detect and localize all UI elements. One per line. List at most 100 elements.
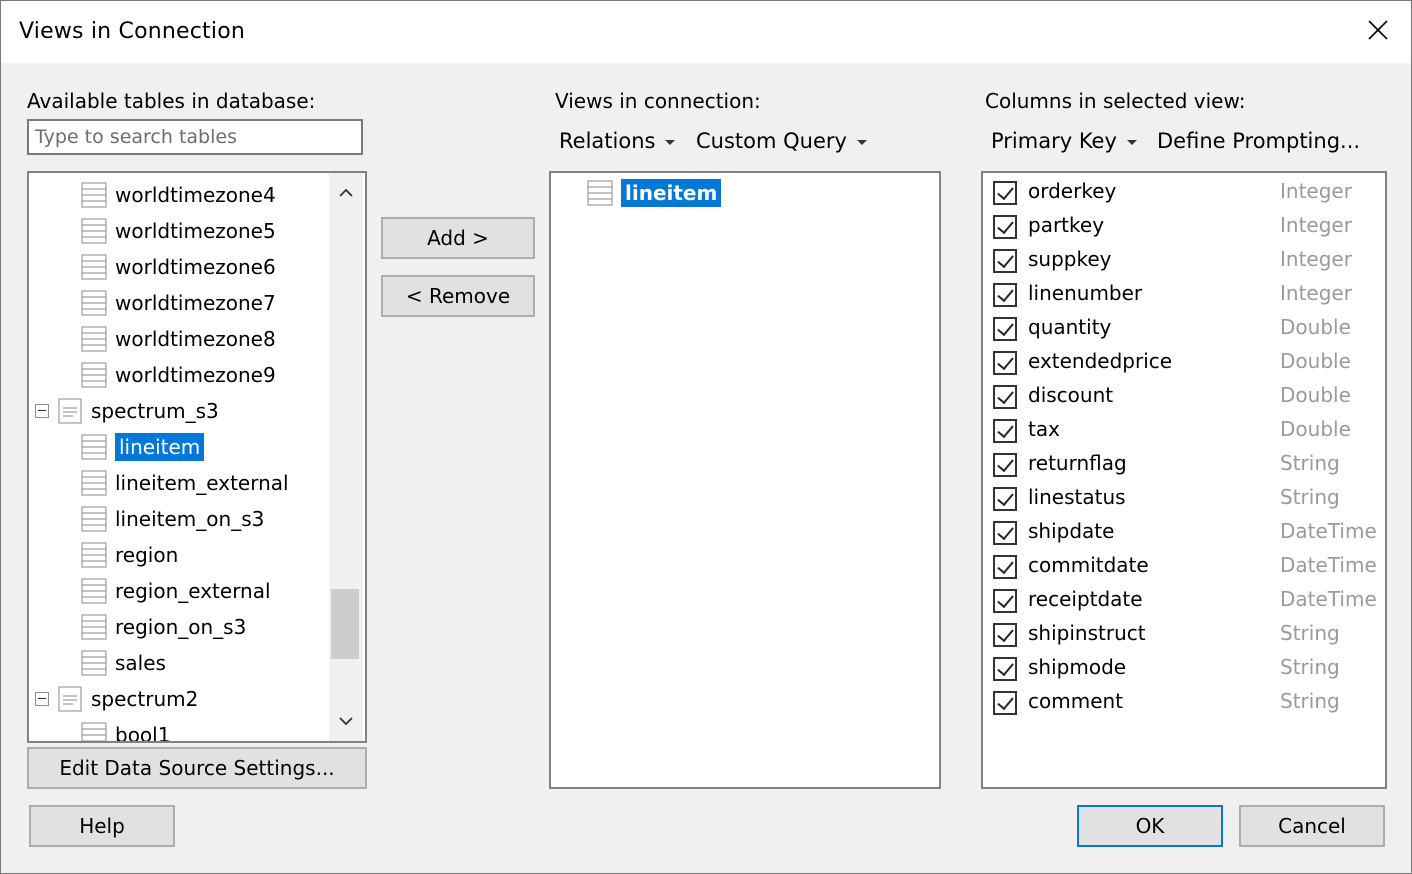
add-button[interactable]: Add > <box>381 217 535 259</box>
column-type: Double <box>1280 383 1351 407</box>
scroll-down-icon[interactable] <box>338 717 354 727</box>
column-checkbox[interactable] <box>993 691 1017 715</box>
tree-node-label: sales <box>115 651 166 675</box>
column-row[interactable]: linenumber Integer <box>993 279 1373 313</box>
column-type: String <box>1280 689 1340 713</box>
tree-node-label: worldtimezone7 <box>115 291 276 315</box>
column-row[interactable]: receiptdate DateTime <box>993 585 1377 619</box>
column-checkbox[interactable] <box>993 385 1017 409</box>
column-row[interactable]: shipinstruct String <box>993 619 1373 653</box>
column-checkbox[interactable] <box>993 487 1017 511</box>
tree-table-node[interactable]: region <box>81 537 178 573</box>
chevron-down-icon <box>665 139 676 145</box>
tree-node-label: spectrum_s3 <box>91 399 219 423</box>
tree-table-node[interactable]: worldtimezone8 <box>81 321 276 357</box>
column-row[interactable]: orderkey Integer <box>993 177 1373 211</box>
column-checkbox[interactable] <box>993 351 1017 375</box>
ok-button[interactable]: OK <box>1077 805 1223 847</box>
custom-query-menu[interactable]: Custom Query <box>696 129 867 153</box>
collapse-toggle-icon[interactable] <box>35 692 49 706</box>
primary-key-menu[interactable]: Primary Key <box>991 129 1137 153</box>
column-type: String <box>1280 621 1340 645</box>
tree-table-node[interactable]: worldtimezone6 <box>81 249 276 285</box>
tree-table-node[interactable]: bool1 <box>81 717 170 741</box>
column-checkbox[interactable] <box>993 317 1017 341</box>
available-tables-tree[interactable]: worldtimezone4 worldtimezone5 worldtimezon… <box>27 171 367 743</box>
scrollbar-thumb[interactable] <box>331 589 359 659</box>
column-name: returnflag <box>1028 451 1127 475</box>
tree-table-node[interactable]: worldtimezone9 <box>81 357 276 393</box>
column-row[interactable]: returnflag String <box>993 449 1373 483</box>
table-icon <box>81 650 107 676</box>
column-row[interactable]: extendedprice Double <box>993 347 1373 381</box>
tree-schema-node[interactable]: spectrum_s3 <box>35 393 219 429</box>
chevron-down-icon <box>856 139 867 145</box>
search-tables-input[interactable] <box>27 119 363 155</box>
column-name: linestatus <box>1028 485 1126 509</box>
column-checkbox[interactable] <box>993 555 1017 579</box>
column-type: Double <box>1280 417 1351 441</box>
column-checkbox[interactable] <box>993 215 1017 239</box>
primary-key-menu-label: Primary Key <box>991 129 1117 153</box>
close-icon[interactable] <box>1363 15 1393 45</box>
column-row[interactable]: quantity Double <box>993 313 1373 347</box>
cancel-button[interactable]: Cancel <box>1239 805 1385 847</box>
column-type: String <box>1280 485 1340 509</box>
column-type: Integer <box>1280 247 1352 271</box>
view-item[interactable]: lineitem <box>587 175 722 211</box>
tree-table-node[interactable]: worldtimezone5 <box>81 213 276 249</box>
column-row[interactable]: suppkey Integer <box>993 245 1373 279</box>
collapse-toggle-icon[interactable] <box>35 404 49 418</box>
column-row[interactable]: shipmode String <box>993 653 1373 687</box>
tree-node-label: region_on_s3 <box>115 615 247 639</box>
column-checkbox[interactable] <box>993 283 1017 307</box>
column-row[interactable]: shipdate DateTime <box>993 517 1377 551</box>
column-row[interactable]: comment String <box>993 687 1373 721</box>
tree-node-label: lineitem_external <box>115 471 289 495</box>
column-name: partkey <box>1028 213 1105 237</box>
define-prompting-button[interactable]: Define Prompting... <box>1157 129 1360 153</box>
views-list[interactable]: lineitem <box>549 171 941 789</box>
column-checkbox[interactable] <box>993 453 1017 477</box>
column-row[interactable]: partkey Integer <box>993 211 1373 245</box>
column-checkbox[interactable] <box>993 589 1017 613</box>
column-checkbox[interactable] <box>993 657 1017 681</box>
table-icon <box>81 470 107 496</box>
column-row[interactable]: discount Double <box>993 381 1373 415</box>
tree-table-node[interactable]: region_external <box>81 573 271 609</box>
tree-table-node[interactable]: lineitem_external <box>81 465 289 501</box>
scroll-up-icon[interactable] <box>338 187 354 197</box>
column-row[interactable]: tax Double <box>993 415 1373 449</box>
tree-node-label: lineitem <box>115 433 205 461</box>
remove-button[interactable]: < Remove <box>381 275 535 317</box>
tree-table-node[interactable]: sales <box>81 645 166 681</box>
table-icon <box>81 578 107 604</box>
dialog-title: Views in Connection <box>19 19 245 44</box>
edit-data-source-settings-button[interactable]: Edit Data Source Settings... <box>27 747 367 789</box>
relations-menu-label: Relations <box>559 129 656 153</box>
column-row[interactable]: commitdate DateTime <box>993 551 1377 585</box>
tree-scrollbar[interactable] <box>329 173 363 741</box>
column-checkbox[interactable] <box>993 249 1017 273</box>
column-checkbox[interactable] <box>993 521 1017 545</box>
column-type: Double <box>1280 349 1351 373</box>
column-name: linenumber <box>1028 281 1143 305</box>
help-button[interactable]: Help <box>29 805 175 847</box>
tree-table-node[interactable]: region_on_s3 <box>81 609 246 645</box>
tree-node-label: worldtimezone4 <box>115 183 276 207</box>
tree-table-node[interactable]: worldtimezone4 <box>81 177 276 213</box>
column-checkbox[interactable] <box>993 623 1017 647</box>
column-type: DateTime <box>1280 553 1377 577</box>
tree-table-node[interactable]: lineitem <box>81 429 205 465</box>
column-name: extendedprice <box>1028 349 1173 373</box>
relations-menu[interactable]: Relations <box>559 129 676 153</box>
column-type: String <box>1280 451 1340 475</box>
column-row[interactable]: linestatus String <box>993 483 1373 517</box>
column-checkbox[interactable] <box>993 181 1017 205</box>
tree-table-node[interactable]: worldtimezone7 <box>81 285 276 321</box>
table-icon <box>81 542 107 568</box>
tree-table-node[interactable]: lineitem_on_s3 <box>81 501 264 537</box>
views-in-connection-label: Views in connection: <box>555 89 761 113</box>
column-checkbox[interactable] <box>993 419 1017 443</box>
tree-schema-node[interactable]: spectrum2 <box>35 681 198 717</box>
